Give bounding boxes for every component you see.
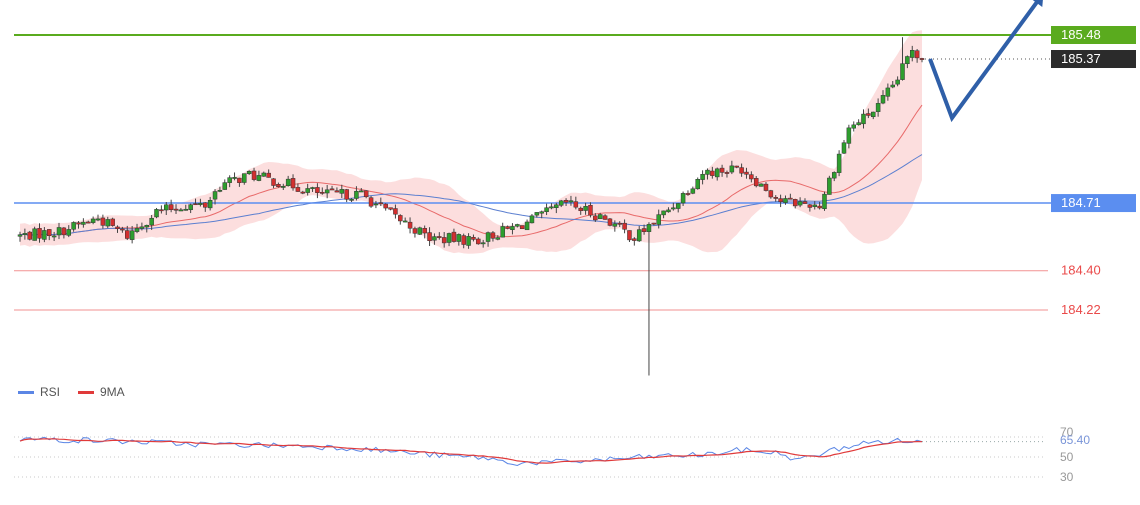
level-184-71-label: 184.71 — [1061, 195, 1101, 210]
forecast-arrow — [928, 0, 1043, 123]
rsi-lines — [19, 436, 1045, 467]
chart-stage: 185.48 185.37 184.71 184.40 184.22 RSI 9MA 7… — [0, 0, 1140, 500]
candle — [627, 230, 632, 242]
rsi-ma9-line — [19, 438, 923, 464]
candle — [822, 191, 827, 211]
candle — [646, 222, 652, 376]
candle — [500, 222, 505, 238]
level-184-40-label: 184.40 — [1061, 263, 1101, 278]
candle — [383, 203, 388, 211]
rsi-panel: RSI 9MA 70 50 30 65.40 — [14, 385, 1090, 484]
level-184-22-label: 184.22 — [1061, 302, 1101, 317]
candle — [222, 179, 228, 190]
rsi-tick-30: 30 — [1060, 470, 1074, 484]
candle — [417, 226, 423, 235]
candle — [398, 214, 403, 225]
candle — [412, 226, 418, 238]
ma9-legend-label: 9MA — [100, 385, 125, 399]
level-185-37-label: 185.37 — [1061, 51, 1101, 66]
bollinger-band — [20, 30, 922, 254]
candle — [519, 225, 525, 230]
candle — [32, 226, 37, 241]
candle — [110, 217, 115, 227]
candle — [695, 177, 700, 190]
rsi-legend-label: RSI — [40, 385, 60, 399]
price-labels: 185.48 185.37 184.71 184.40 184.22 — [1051, 26, 1136, 317]
rsi-tick-50: 50 — [1060, 450, 1074, 464]
candle — [758, 183, 764, 187]
candle — [851, 121, 856, 132]
candle — [529, 213, 535, 224]
price-chart: 185.48 185.37 184.71 184.40 184.22 RSI 9MA 7… — [14, 0, 1136, 484]
candle — [827, 175, 832, 195]
level-185-48-label: 185.48 — [1061, 27, 1101, 42]
candle — [368, 195, 374, 208]
rsi-current-value: 65.40 — [1060, 433, 1090, 447]
ma9-legend-swatch — [78, 391, 94, 394]
candle — [841, 139, 847, 155]
bollinger-band-area — [20, 30, 922, 254]
candle — [27, 230, 33, 241]
candle — [836, 150, 842, 177]
rsi-legend: RSI 9MA — [18, 385, 125, 399]
rsi-legend-swatch — [18, 391, 34, 394]
candle — [607, 217, 613, 227]
candle — [154, 207, 159, 219]
